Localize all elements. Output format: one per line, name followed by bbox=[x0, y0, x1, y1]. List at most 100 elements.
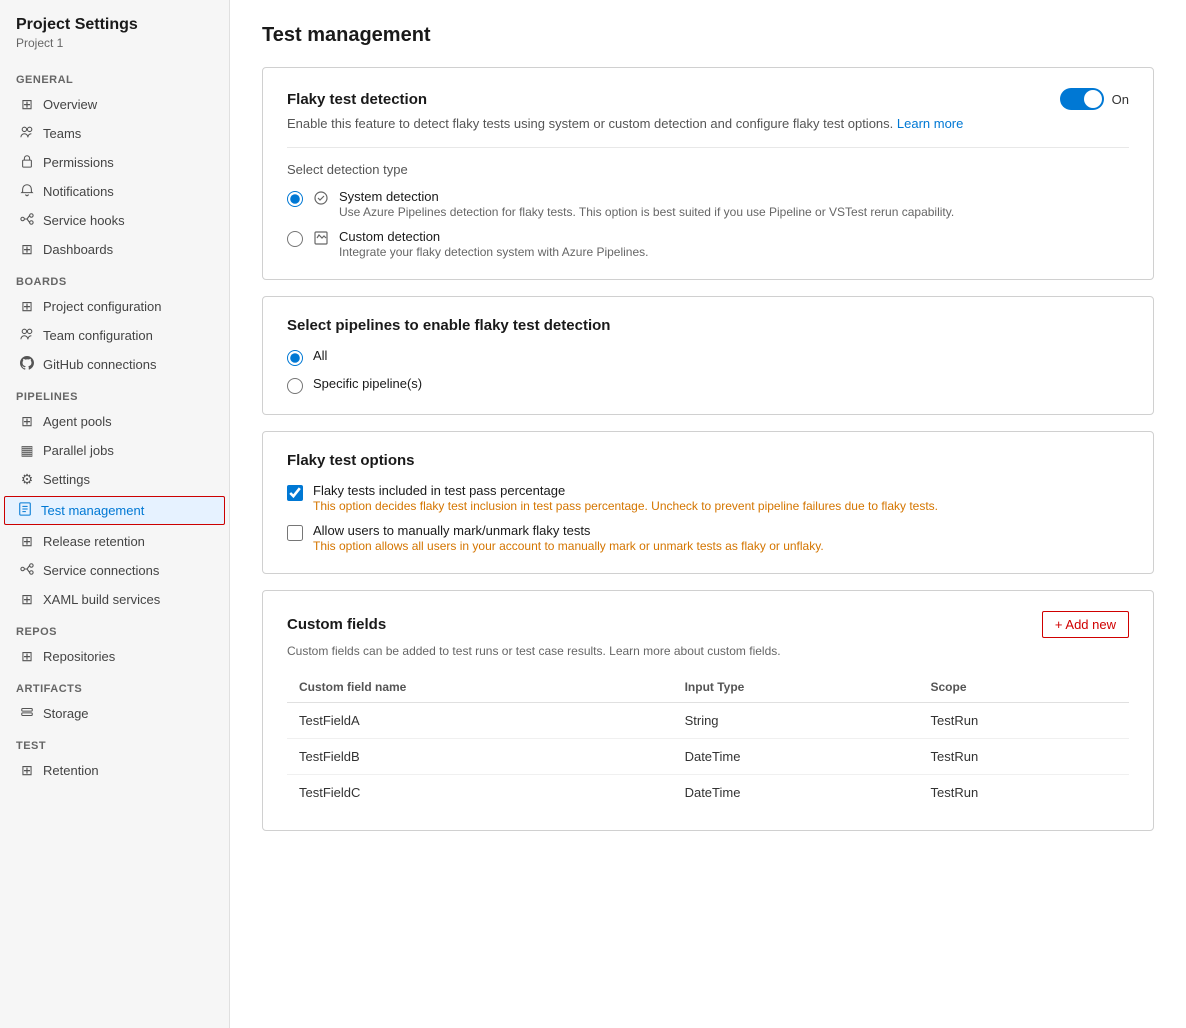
sidebar-item-label: Repositories bbox=[43, 649, 115, 664]
sidebar-item-label: Service connections bbox=[43, 563, 159, 578]
cell-input_type: String bbox=[673, 703, 919, 739]
test-management-icon bbox=[17, 502, 33, 519]
sidebar-item-dashboards[interactable]: ⊞ Dashboards bbox=[0, 235, 229, 264]
learn-more-link[interactable]: Learn more bbox=[897, 116, 963, 131]
include-pass-checkbox[interactable] bbox=[287, 485, 303, 501]
custom-fields-header: Custom fields + Add new bbox=[287, 611, 1129, 638]
specific-pipelines-radio[interactable] bbox=[287, 378, 303, 394]
custom-detection-desc: Integrate your flaky detection system wi… bbox=[339, 245, 649, 259]
detection-type-label: Select detection type bbox=[287, 147, 1129, 177]
main-content: Test management Flaky test detection On … bbox=[230, 0, 1186, 1028]
flaky-option-allow-mark: Allow users to manually mark/unmark flak… bbox=[287, 523, 1129, 553]
pipelines-option-all: All bbox=[287, 348, 1129, 366]
sidebar-item-repositories[interactable]: ⊞ Repositories bbox=[0, 642, 229, 671]
flaky-detection-desc: Enable this feature to detect flaky test… bbox=[287, 116, 1129, 131]
allow-mark-desc: This option allows all users in your acc… bbox=[313, 539, 824, 553]
sidebar-item-service-connections[interactable]: Service connections bbox=[0, 556, 229, 585]
detection-option-custom: Custom detection Integrate your flaky de… bbox=[287, 229, 1129, 259]
teams-icon bbox=[19, 125, 35, 142]
flaky-detection-toggle[interactable] bbox=[1060, 88, 1104, 110]
pipelines-radio-group: All Specific pipeline(s) bbox=[287, 348, 1129, 394]
allow-mark-content: Allow users to manually mark/unmark flak… bbox=[313, 523, 824, 553]
dashboards-icon: ⊞ bbox=[19, 241, 35, 258]
sidebar-item-permissions[interactable]: Permissions bbox=[0, 148, 229, 177]
flaky-options-group: Flaky tests included in test pass percen… bbox=[287, 483, 1129, 553]
sidebar-item-test-management[interactable]: Test management bbox=[4, 496, 225, 525]
section-header-general: General bbox=[0, 62, 229, 90]
cell-scope: TestRun bbox=[919, 739, 1130, 775]
include-pass-title: Flaky tests included in test pass percen… bbox=[313, 483, 938, 498]
sidebar-item-label: Teams bbox=[43, 126, 81, 141]
table-header-row: Custom field name Input Type Scope bbox=[287, 672, 1129, 703]
cell-name: TestFieldC bbox=[287, 775, 673, 811]
sidebar-item-overview[interactable]: ⊞ Overview bbox=[0, 90, 229, 119]
custom-detection-icon bbox=[313, 230, 329, 249]
github-icon bbox=[19, 356, 35, 373]
custom-fields-card: Custom fields + Add new Custom fields ca… bbox=[262, 590, 1154, 831]
sidebar-item-project-configuration[interactable]: ⊞ Project configuration bbox=[0, 292, 229, 321]
sidebar-item-storage[interactable]: Storage bbox=[0, 699, 229, 728]
detection-type-group: System detection Use Azure Pipelines det… bbox=[287, 189, 1129, 259]
cell-scope: TestRun bbox=[919, 775, 1130, 811]
sidebar-item-label: XAML build services bbox=[43, 592, 160, 607]
table-row: TestFieldCDateTimeTestRun bbox=[287, 775, 1129, 811]
sidebar-item-label: Notifications bbox=[43, 184, 114, 199]
sidebar-item-team-configuration[interactable]: Team configuration bbox=[0, 321, 229, 350]
sidebar-item-label: Retention bbox=[43, 763, 99, 778]
cell-input_type: DateTime bbox=[673, 739, 919, 775]
sidebar-item-label: Permissions bbox=[43, 155, 114, 170]
sidebar-item-label: Dashboards bbox=[43, 242, 113, 257]
sidebar-item-parallel-jobs[interactable]: ▦ Parallel jobs bbox=[0, 436, 229, 465]
sidebar-item-service-hooks[interactable]: Service hooks bbox=[0, 206, 229, 235]
sidebar-item-notifications[interactable]: Notifications bbox=[0, 177, 229, 206]
add-new-button[interactable]: + Add new bbox=[1042, 611, 1129, 638]
section-header-repos: Repos bbox=[0, 614, 229, 642]
system-detection-title: System detection bbox=[339, 189, 954, 204]
release-retention-icon: ⊞ bbox=[19, 533, 35, 550]
all-pipelines-radio[interactable] bbox=[287, 350, 303, 366]
sidebar-item-agent-pools[interactable]: ⊞ Agent pools bbox=[0, 407, 229, 436]
table-row: TestFieldBDateTimeTestRun bbox=[287, 739, 1129, 775]
sidebar-item-teams[interactable]: Teams bbox=[0, 119, 229, 148]
sidebar-item-label: Project configuration bbox=[43, 299, 162, 314]
cell-name: TestFieldB bbox=[287, 739, 673, 775]
project-config-icon: ⊞ bbox=[19, 298, 35, 315]
team-config-icon bbox=[19, 327, 35, 344]
flaky-options-card: Flaky test options Flaky tests included … bbox=[262, 431, 1154, 574]
section-header-pipelines: Pipelines bbox=[0, 379, 229, 407]
agent-pools-icon: ⊞ bbox=[19, 413, 35, 430]
permissions-icon bbox=[19, 154, 35, 171]
app-title: Project Settings bbox=[0, 16, 229, 36]
sidebar-item-github-connections[interactable]: GitHub connections bbox=[0, 350, 229, 379]
include-pass-desc: This option decides flaky test inclusion… bbox=[313, 499, 938, 513]
xaml-build-icon: ⊞ bbox=[19, 591, 35, 608]
system-detection-content: System detection Use Azure Pipelines det… bbox=[339, 189, 954, 219]
flaky-option-include-pass: Flaky tests included in test pass percen… bbox=[287, 483, 1129, 513]
sidebar-item-retention[interactable]: ⊞ Retention bbox=[0, 756, 229, 785]
overview-icon: ⊞ bbox=[19, 96, 35, 113]
system-detection-radio[interactable] bbox=[287, 191, 303, 207]
sidebar-item-label: GitHub connections bbox=[43, 357, 156, 372]
parallel-jobs-icon: ▦ bbox=[19, 442, 35, 459]
sidebar-item-xaml-build[interactable]: ⊞ XAML build services bbox=[0, 585, 229, 614]
toggle-label: On bbox=[1112, 92, 1129, 107]
detection-option-system: System detection Use Azure Pipelines det… bbox=[287, 189, 1129, 219]
flaky-options-title: Flaky test options bbox=[287, 452, 1129, 469]
section-header-boards: Boards bbox=[0, 264, 229, 292]
allow-mark-title: Allow users to manually mark/unmark flak… bbox=[313, 523, 824, 538]
retention-icon: ⊞ bbox=[19, 762, 35, 779]
cell-scope: TestRun bbox=[919, 703, 1130, 739]
allow-mark-checkbox[interactable] bbox=[287, 525, 303, 541]
sidebar-item-label: Service hooks bbox=[43, 213, 125, 228]
page-title: Test management bbox=[262, 24, 1154, 47]
flaky-detection-title: Flaky test detection bbox=[287, 91, 427, 108]
custom-detection-radio[interactable] bbox=[287, 231, 303, 247]
sidebar-item-label: Settings bbox=[43, 472, 90, 487]
system-detection-icon bbox=[313, 190, 329, 209]
system-detection-desc: Use Azure Pipelines detection for flaky … bbox=[339, 205, 954, 219]
sidebar-item-release-retention[interactable]: ⊞ Release retention bbox=[0, 527, 229, 556]
sidebar-app-title: Project Settings Project 1 bbox=[0, 16, 229, 62]
select-pipelines-title: Select pipelines to enable flaky test de… bbox=[287, 317, 1129, 334]
sidebar-item-settings[interactable]: ⚙ Settings bbox=[0, 465, 229, 494]
select-pipelines-card: Select pipelines to enable flaky test de… bbox=[262, 296, 1154, 415]
